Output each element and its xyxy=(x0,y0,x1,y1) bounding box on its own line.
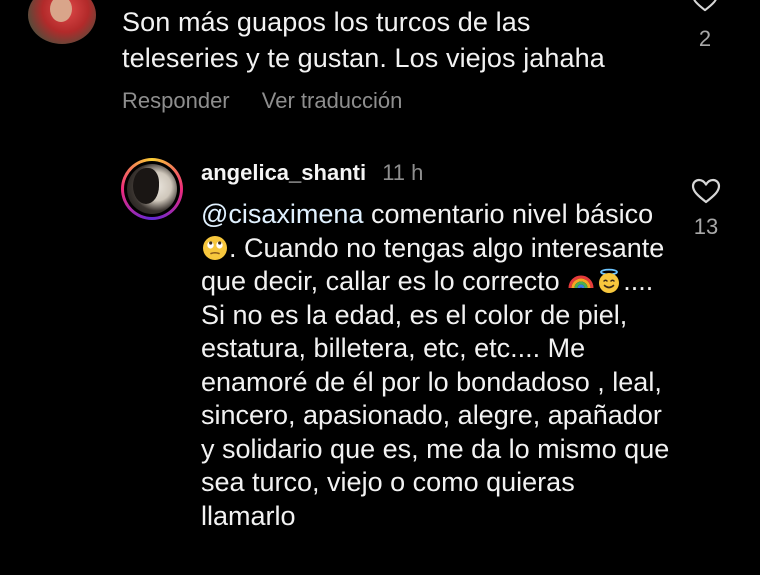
comment-text: Son más guapos los turcos de las teleser… xyxy=(122,7,605,73)
like-count[interactable]: 2 xyxy=(683,26,727,52)
rolling-eyes-emoji-icon xyxy=(203,235,227,260)
rainbow-emoji-icon xyxy=(568,275,594,289)
commenter-avatar[interactable] xyxy=(28,0,96,44)
like-count[interactable]: 13 xyxy=(683,214,729,240)
reply-text-part3: .... Si no es la edad, es el color de pi… xyxy=(201,266,670,531)
username-link[interactable]: angelica_shanti xyxy=(201,160,366,185)
heart-icon[interactable] xyxy=(691,178,721,204)
avatar-face xyxy=(50,0,72,22)
timestamp: 11 h xyxy=(382,160,424,185)
reply-text-part1: comentario nivel básico xyxy=(363,199,654,229)
comments-screen: Son más guapos los turcos de las teleser… xyxy=(0,0,760,575)
heart-icon[interactable] xyxy=(690,0,720,12)
translate-button[interactable]: Ver traducción xyxy=(262,88,403,113)
reply-header: angelica_shanti 11 h xyxy=(201,160,423,186)
mention-link[interactable]: @cisaximena xyxy=(201,199,363,229)
profile-photo xyxy=(127,164,177,214)
halo-smile-emoji-icon xyxy=(599,268,620,293)
reply-button[interactable]: Responder xyxy=(122,88,230,113)
reply-avatar[interactable] xyxy=(121,158,183,220)
comment-actions: Responder Ver traducción xyxy=(122,88,428,114)
reply-text: @cisaximena comentario nivel básico . Cu… xyxy=(201,198,671,533)
reply-text-part2: . Cuando no tengas algo interesante que … xyxy=(201,232,665,297)
